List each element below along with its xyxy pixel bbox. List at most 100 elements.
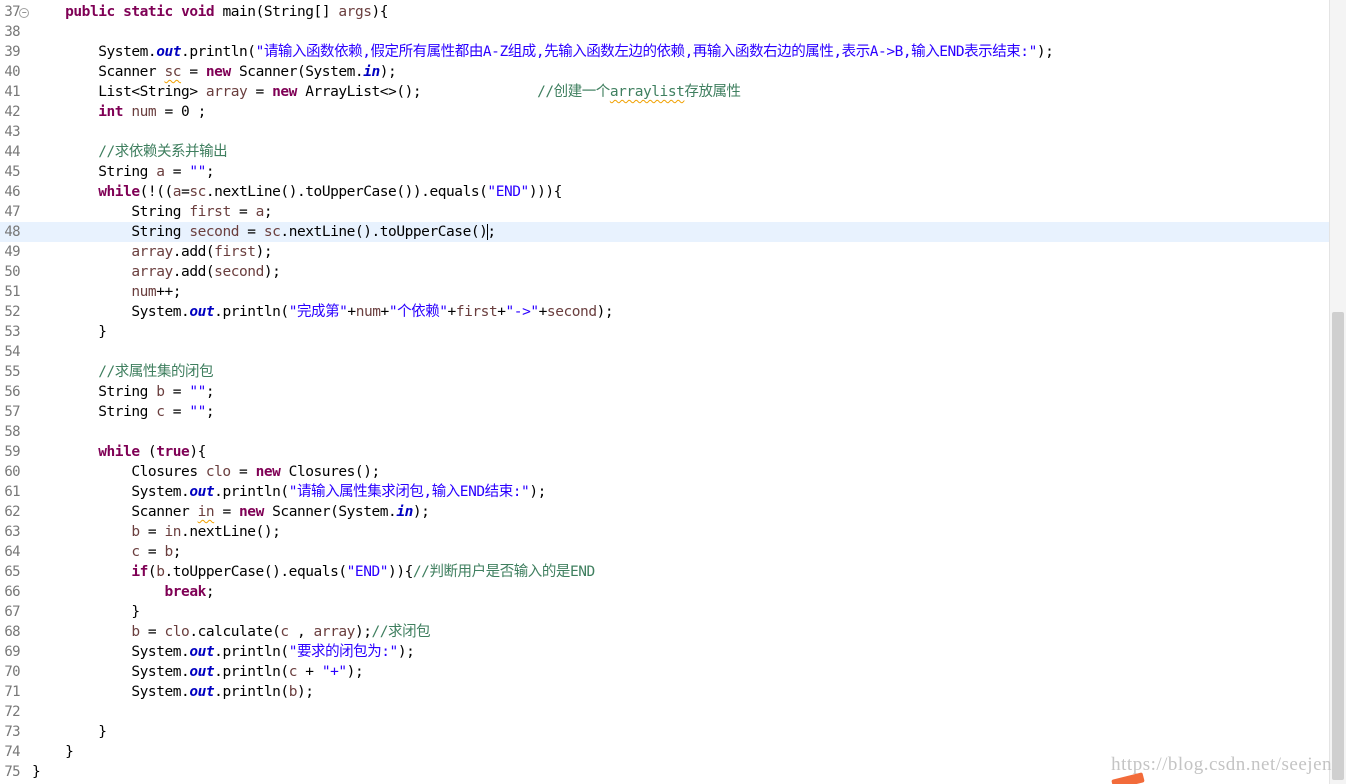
code-line[interactable]: 62 Scanner in = new Scanner(System.in);	[0, 502, 1330, 522]
code-line[interactable]: 53 }	[0, 322, 1330, 342]
code-line[interactable]: 42 int num = 0 ;	[0, 102, 1330, 122]
code-line[interactable]: 71 System.out.println(b);	[0, 682, 1330, 702]
code-line[interactable]: 55 //求属性集的闭包	[0, 362, 1330, 382]
code-line[interactable]: 51 num++;	[0, 282, 1330, 302]
code-text[interactable]: Closures clo = new Closures();	[32, 462, 380, 482]
code-token: .nextLine();	[181, 524, 281, 540]
code-text[interactable]: Scanner in = new Scanner(System.in);	[32, 502, 430, 522]
code-line[interactable]: 64 c = b;	[0, 542, 1330, 562]
code-line[interactable]: 68 b = clo.calculate(c , array);//求闭包	[0, 622, 1330, 642]
code-line[interactable]: 56 String b = "";	[0, 382, 1330, 402]
code-token: ;	[263, 204, 273, 220]
code-line[interactable]: 45 String a = "";	[0, 162, 1330, 182]
code-text[interactable]: }	[32, 722, 107, 742]
code-token: first	[455, 304, 498, 320]
code-line[interactable]: 48 String second = sc.nextLine().toUpper…	[0, 222, 1330, 242]
code-text[interactable]: System.out.println(b);	[32, 682, 314, 702]
code-token: "->"	[505, 304, 540, 320]
code-token: ){	[189, 444, 206, 460]
code-line[interactable]: 44 //求依赖关系并输出	[0, 142, 1330, 162]
code-line[interactable]: 50 array.add(second);	[0, 262, 1330, 282]
code-token: .nextLine().toUpperCase()	[280, 224, 488, 240]
code-text[interactable]: Scanner sc = new Scanner(System.in);	[32, 62, 397, 82]
code-line[interactable]: 41 List<String> array = new ArrayList<>(…	[0, 82, 1330, 102]
code-editor[interactable]: 37− public static void main(String[] arg…	[0, 0, 1346, 784]
code-text[interactable]: b = clo.calculate(c , array);//求闭包	[32, 622, 430, 642]
code-token: .add(	[172, 244, 215, 260]
code-token: =	[164, 164, 190, 180]
code-text[interactable]: }	[32, 322, 107, 342]
code-line[interactable]: 46 while(!((a=sc.nextLine().toUpperCase(…	[0, 182, 1330, 202]
code-line[interactable]: 39 System.out.println("请输入函数依赖,假定所有属性都由A…	[0, 42, 1330, 62]
code-text[interactable]: b = in.nextLine();	[32, 522, 280, 542]
code-text[interactable]: System.out.println("要求的闭包为:");	[32, 642, 415, 662]
code-token: "请输入属性集求闭包,输入END结束:"	[288, 484, 530, 500]
code-line[interactable]: 38	[0, 22, 1330, 42]
code-token: =	[230, 464, 256, 480]
code-line[interactable]: 37− public static void main(String[] arg…	[0, 2, 1330, 22]
code-text[interactable]: String first = a;	[32, 202, 272, 222]
code-line[interactable]: 59 while (true){	[0, 442, 1330, 462]
code-text[interactable]: if(b.toUpperCase().equals("END")){//判断用户…	[32, 562, 595, 582]
code-text[interactable]: System.out.println("完成第"+num+"个依赖"+first…	[32, 302, 613, 322]
code-line[interactable]: 54	[0, 342, 1330, 362]
code-text[interactable]: String a = "";	[32, 162, 214, 182]
code-token: clo	[205, 464, 231, 480]
code-text[interactable]: List<String> array = new ArrayList<>(); …	[32, 82, 741, 102]
code-text[interactable]: public static void main(String[] args){	[32, 2, 388, 22]
code-line[interactable]: 43	[0, 122, 1330, 142]
code-line[interactable]: 49 array.add(first);	[0, 242, 1330, 262]
line-number: 75	[4, 764, 20, 780]
code-text[interactable]: String second = sc.nextLine().toUpperCas…	[32, 222, 496, 242]
code-text[interactable]: array.add(first);	[32, 242, 272, 262]
code-text[interactable]: System.out.println("请输入函数依赖,假定所有属性都由A-Z组…	[32, 42, 1054, 62]
scrollbar-thumb[interactable]	[1332, 312, 1344, 780]
code-text[interactable]: }	[32, 742, 74, 762]
code-line[interactable]: 40 Scanner sc = new Scanner(System.in);	[0, 62, 1330, 82]
code-token: );	[412, 504, 430, 520]
code-lines[interactable]: 37− public static void main(String[] arg…	[0, 2, 1330, 782]
code-token: out	[156, 44, 182, 60]
code-line[interactable]: 66 break;	[0, 582, 1330, 602]
code-line[interactable]: 72	[0, 702, 1330, 722]
code-token: in	[363, 64, 380, 80]
code-text[interactable]: while (true){	[32, 442, 206, 462]
code-token: =	[239, 224, 264, 240]
code-text[interactable]: //求依赖关系并输出	[32, 142, 227, 162]
fold-toggle-icon[interactable]: −	[19, 8, 29, 18]
code-text[interactable]: //求属性集的闭包	[32, 362, 213, 382]
code-text[interactable]: int num = 0 ;	[32, 102, 206, 122]
code-text[interactable]: String b = "";	[32, 382, 214, 402]
code-line[interactable]: 67 }	[0, 602, 1330, 622]
code-line[interactable]: 47 String first = a;	[0, 202, 1330, 222]
code-line[interactable]: 61 System.out.println("请输入属性集求闭包,输入END结束…	[0, 482, 1330, 502]
code-text[interactable]: }	[32, 762, 41, 782]
code-text[interactable]: String c = "";	[32, 402, 214, 422]
code-line[interactable]: 63 b = in.nextLine();	[0, 522, 1330, 542]
code-token: );	[379, 64, 397, 80]
code-token: .nextLine().toUpperCase()).equals(	[205, 184, 488, 200]
code-text[interactable]: num++;	[32, 282, 181, 302]
code-line[interactable]: 73 }	[0, 722, 1330, 742]
code-token: =	[139, 524, 165, 540]
code-line[interactable]: 58	[0, 422, 1330, 442]
code-text[interactable]: while(!((a=sc.nextLine().toUpperCase()).…	[32, 182, 562, 202]
code-line[interactable]: 52 System.out.println("完成第"+num+"个依赖"+fi…	[0, 302, 1330, 322]
vertical-scrollbar[interactable]	[1329, 0, 1346, 784]
code-line[interactable]: 65 if(b.toUpperCase().equals("END")){//判…	[0, 562, 1330, 582]
code-text[interactable]: c = b;	[32, 542, 181, 562]
code-text[interactable]: System.out.println("请输入属性集求闭包,输入END结束:")…	[32, 482, 546, 502]
line-number: 46	[4, 184, 20, 200]
code-text[interactable]: break;	[32, 582, 214, 602]
code-line[interactable]: 57 String c = "";	[0, 402, 1330, 422]
code-text[interactable]: System.out.println(c + "+");	[32, 662, 363, 682]
code-line[interactable]: 70 System.out.println(c + "+");	[0, 662, 1330, 682]
code-text[interactable]: array.add(second);	[32, 262, 281, 282]
code-text[interactable]: }	[32, 602, 140, 622]
code-line[interactable]: 69 System.out.println("要求的闭包为:");	[0, 642, 1330, 662]
code-line[interactable]: 60 Closures clo = new Closures();	[0, 462, 1330, 482]
code-token: =	[181, 64, 206, 80]
code-token: second	[546, 304, 597, 320]
